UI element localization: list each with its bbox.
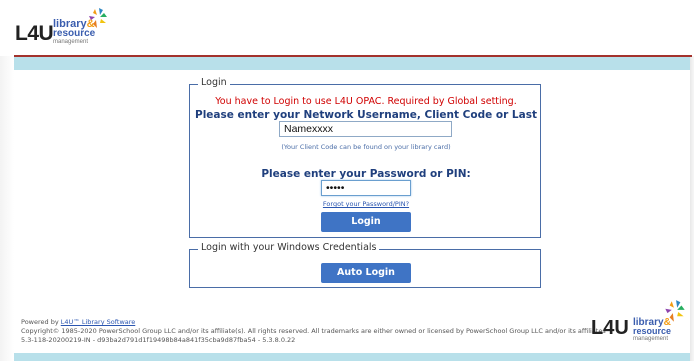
powered-by: Powered by L4U™ Library Software: [21, 318, 136, 326]
footer-logo-mark: L4U: [591, 317, 629, 339]
username-input[interactable]: Namexxxx: [279, 121, 452, 137]
password-input[interactable]: •••••: [321, 180, 411, 196]
l4u-logo[interactable]: L4U library& resource management: [15, 8, 125, 52]
page-footer: Powered by L4U™ Library Software Copyrig…: [21, 318, 661, 345]
powered-by-link[interactable]: L4U™ Library Software: [61, 318, 136, 326]
logo-mark: L4U: [15, 22, 54, 45]
top-blue-bar: [14, 57, 690, 70]
bottom-blue-bar: [14, 353, 690, 361]
footer-l4u-logo[interactable]: L4U library& resource management: [591, 300, 691, 344]
login-required-message: You have to Login to use L4U OPAC. Requi…: [215, 96, 517, 107]
footer-logo-line-management: management: [633, 336, 669, 342]
client-code-hint: (Your Client Code can be found on your l…: [281, 143, 451, 151]
login-legend: Login: [198, 77, 230, 88]
login-button[interactable]: Login: [321, 212, 411, 232]
page-header: L4U library& resource management: [0, 0, 694, 56]
windows-login-legend: Login with your Windows Credentials: [198, 242, 380, 253]
logo-line-management: management: [53, 39, 89, 45]
windows-login-fieldset: Login with your Windows Credentials Auto…: [189, 242, 541, 288]
logo-burst-icon: [89, 8, 107, 28]
forgot-password-link[interactable]: Forgot your Password/PIN?: [190, 200, 542, 208]
copyright-text: Copyright© 1985-2020 PowerSchool Group L…: [21, 327, 606, 335]
footer-logo-burst-icon: [665, 300, 685, 322]
auto-login-button[interactable]: Auto Login: [321, 263, 411, 283]
logo-line-resource: resource: [53, 28, 96, 39]
login-fieldset: Login You have to Login to use L4U OPAC.…: [189, 77, 542, 238]
version-text: 5.3-118-20200219-IN - d93ba2d791d1f19498…: [21, 336, 296, 344]
password-prompt: Please enter your Password or PIN:: [261, 168, 471, 180]
footer-logo-line-resource: resource: [633, 326, 672, 336]
